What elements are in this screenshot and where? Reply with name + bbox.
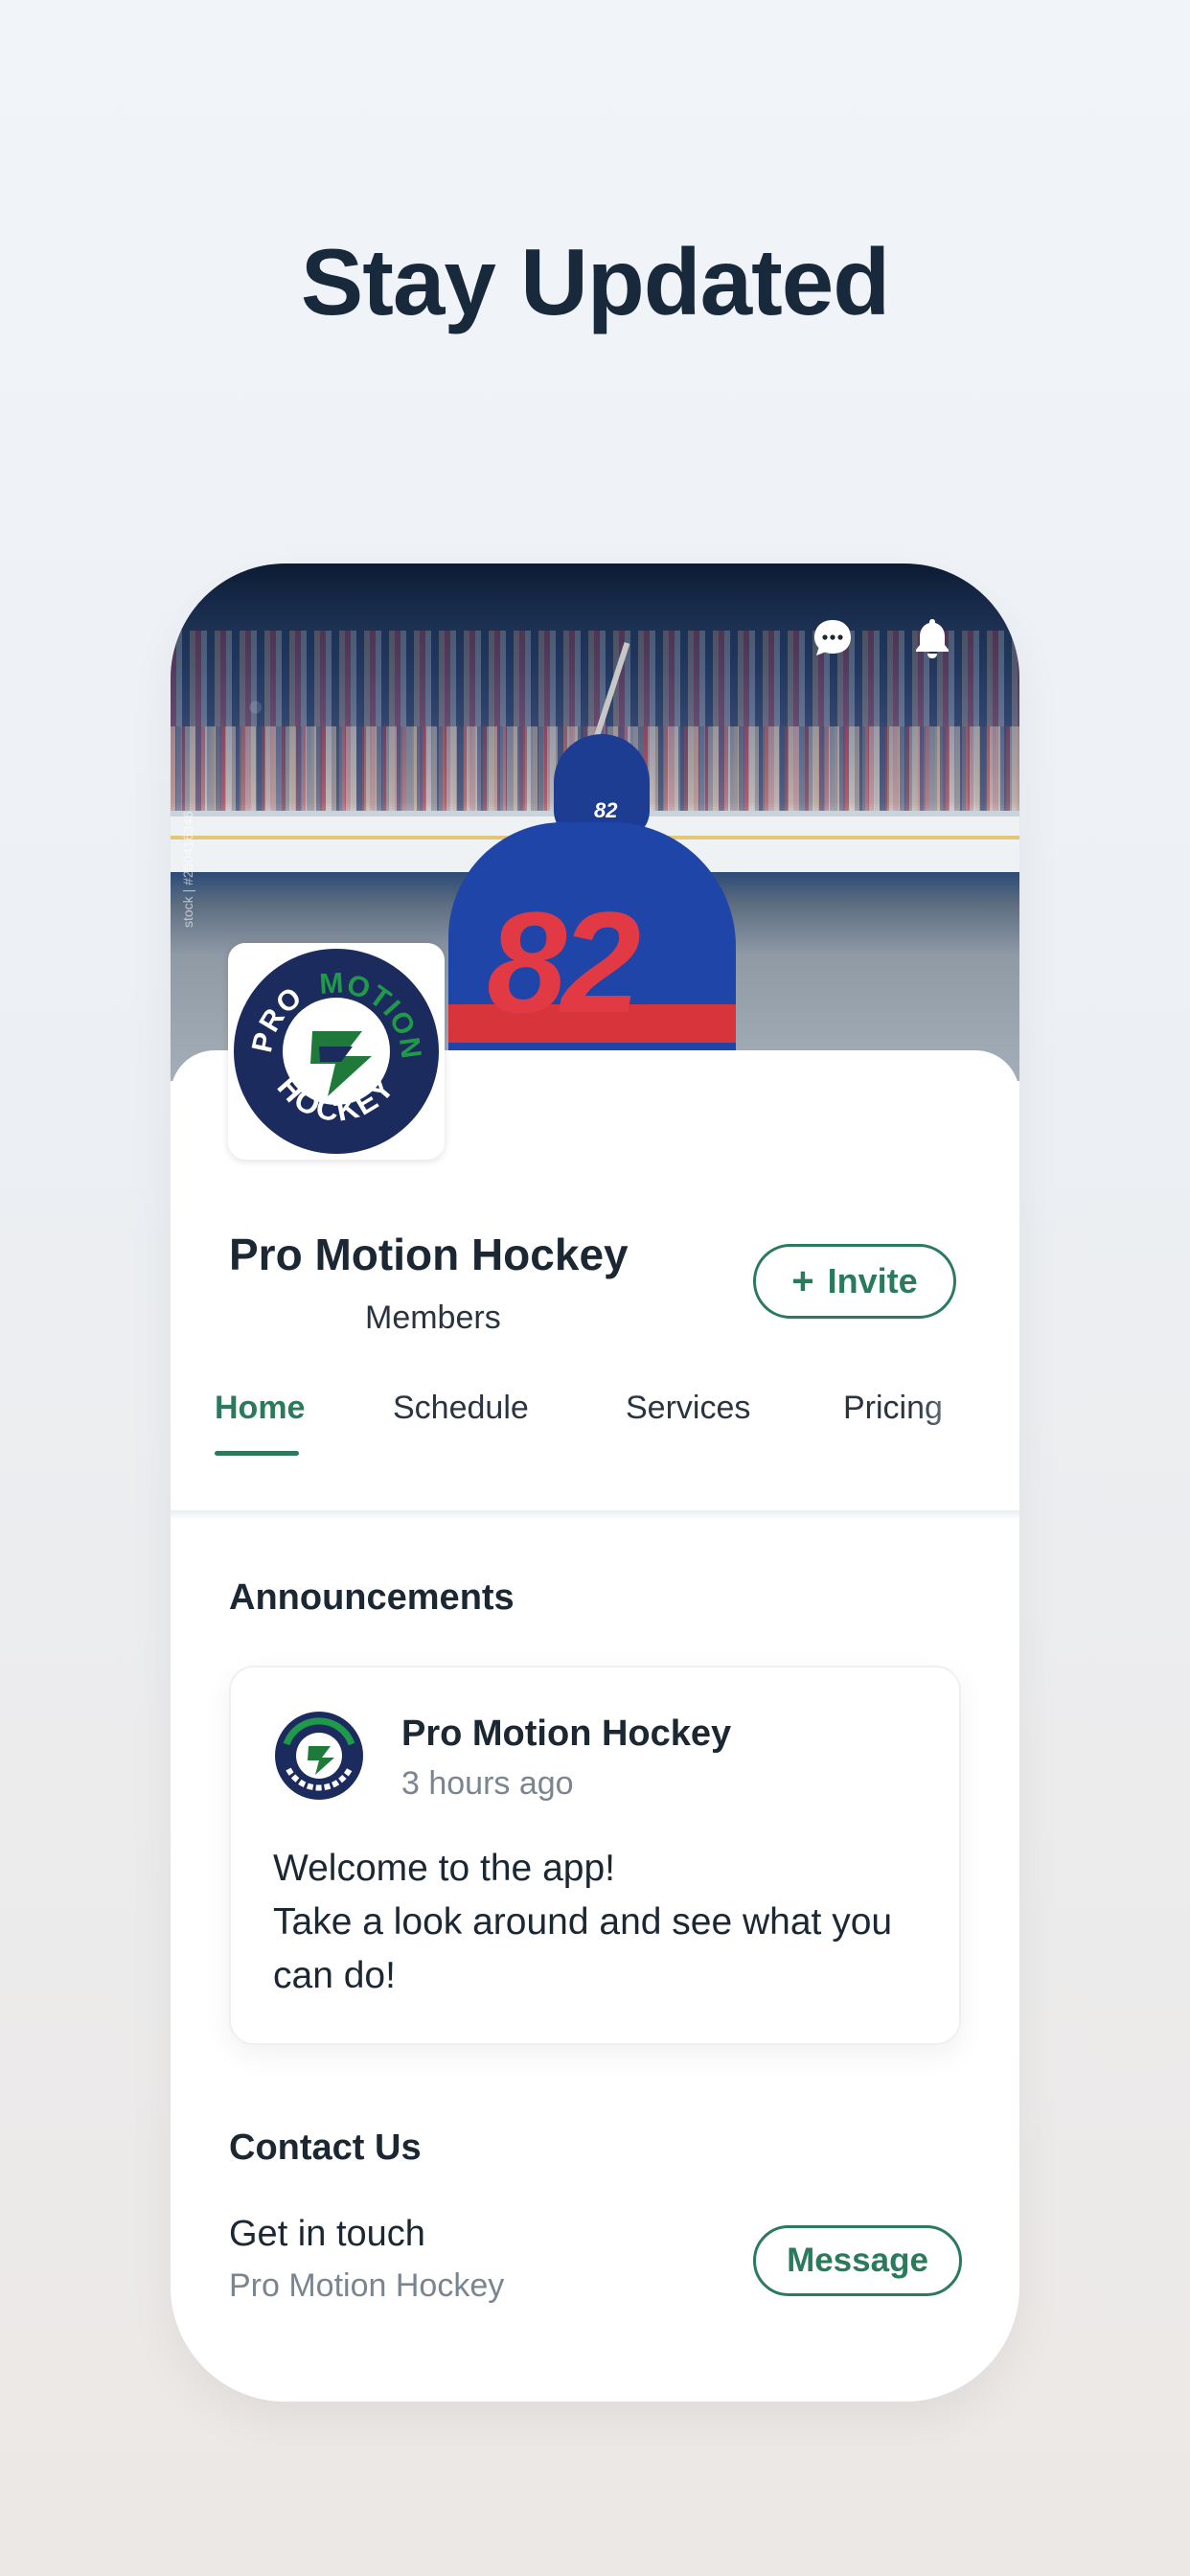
post-body: Welcome to the app! Take a look around a… xyxy=(273,1842,934,2003)
announcement-card[interactable]: Pro Motion Hockey 3 hours ago Welcome to… xyxy=(229,1666,961,2045)
message-button[interactable]: Message xyxy=(753,2225,962,2296)
invite-label: Invite xyxy=(827,1261,918,1300)
members-link[interactable]: Members xyxy=(365,1300,501,1337)
tab-services[interactable]: Services xyxy=(626,1390,750,1427)
image-watermark: stock | #250416346 xyxy=(180,811,195,928)
contact-heading: Get in touch xyxy=(229,2214,425,2254)
tab-schedule[interactable]: Schedule xyxy=(393,1390,529,1427)
tab-bar: Home Schedule Services Pricing xyxy=(171,1380,1019,1459)
invite-button[interactable]: + Invite xyxy=(753,1244,956,1319)
bell-icon[interactable] xyxy=(910,616,954,660)
post-line-1: Welcome to the app! xyxy=(273,1848,615,1889)
author-avatar xyxy=(273,1710,365,1802)
contact-business-name: Pro Motion Hockey xyxy=(229,2267,505,2304)
contact-title: Contact Us xyxy=(229,2128,422,2168)
group-logo: PRO MOTION HOCKEY xyxy=(228,943,445,1160)
chat-bubble-icon[interactable] xyxy=(811,616,855,660)
headline: Stay Updated xyxy=(300,229,890,334)
jersey-number: 82 xyxy=(487,882,641,1043)
phone-frame: 82 82 stock | #250416346 PRO MOTION HOCK… xyxy=(171,564,1019,2402)
post-line-2: Take a look around and see what you can … xyxy=(273,1901,893,1996)
post-timestamp: 3 hours ago xyxy=(401,1765,574,1802)
tabs-divider xyxy=(171,1510,1019,1520)
group-name: Pro Motion Hockey xyxy=(229,1230,629,1279)
tab-home[interactable]: Home xyxy=(215,1390,305,1427)
plus-icon: + xyxy=(791,1259,814,1302)
helmet-number: 82 xyxy=(594,798,618,822)
announcements-title: Announcements xyxy=(229,1577,515,1618)
active-tab-indicator xyxy=(215,1451,299,1456)
post-author: Pro Motion Hockey xyxy=(401,1714,732,1754)
